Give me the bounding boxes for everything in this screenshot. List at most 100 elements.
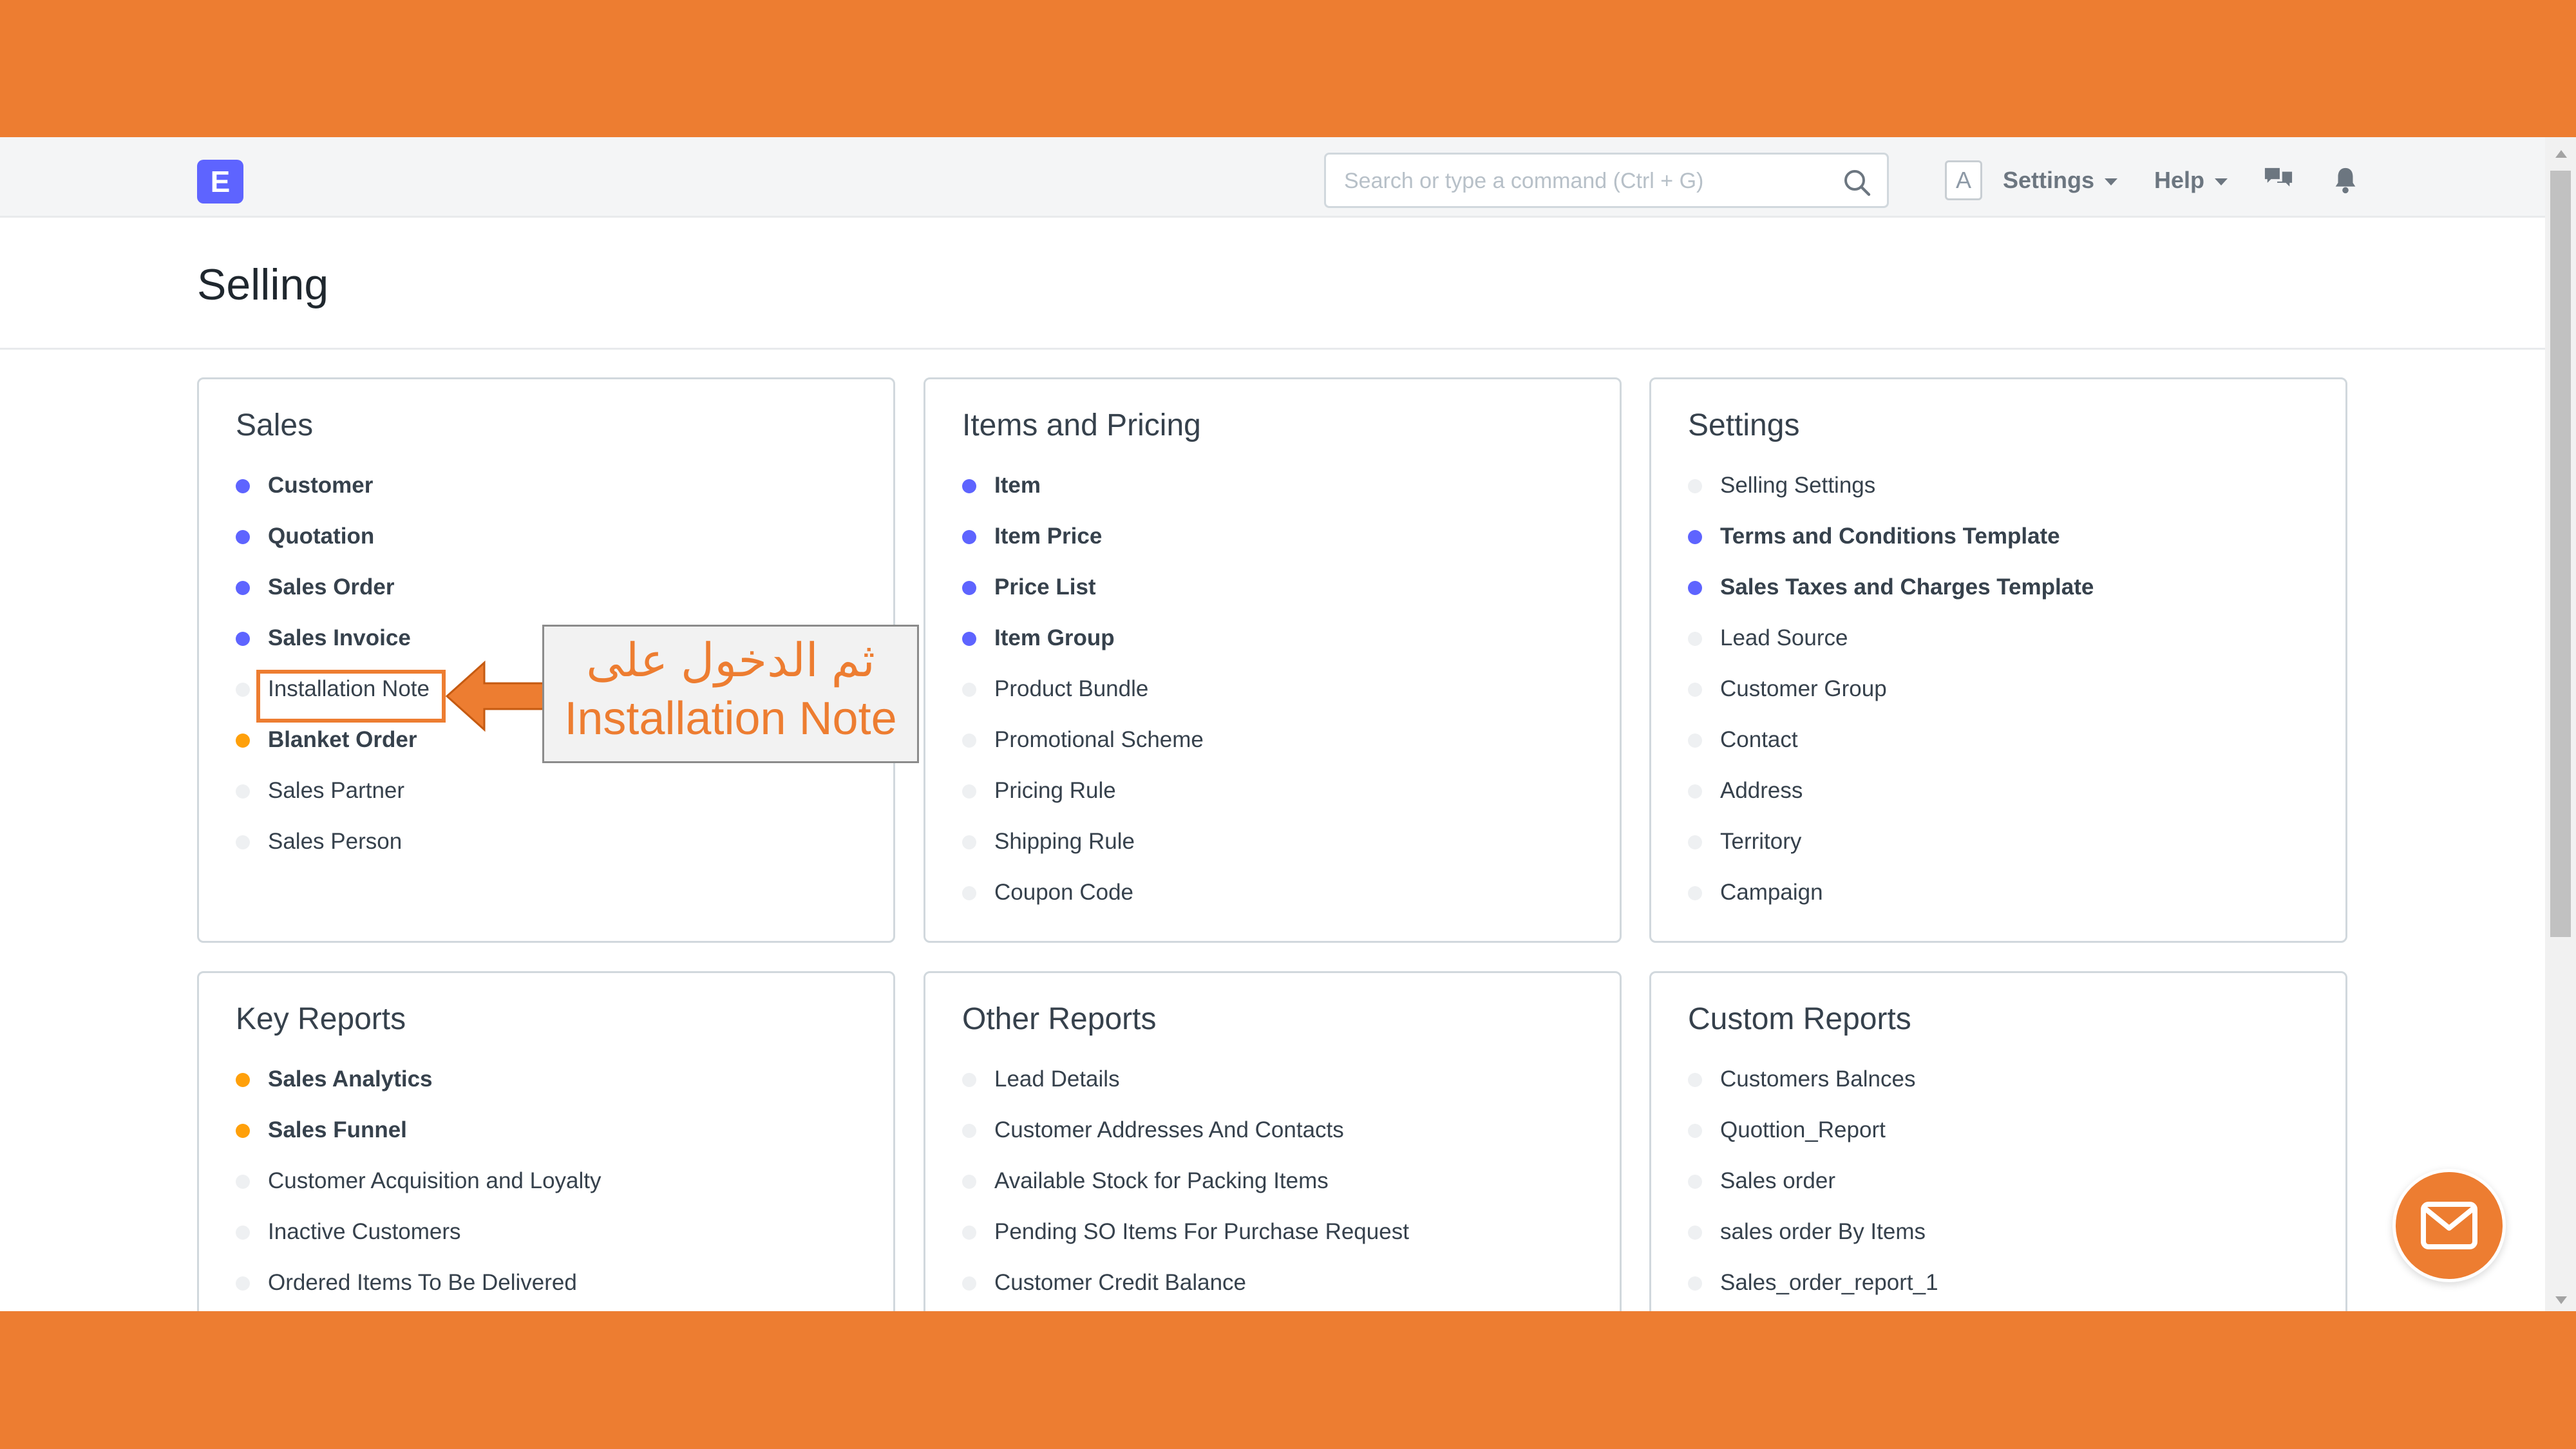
help-label: Help — [2154, 167, 2205, 193]
card-link[interactable]: Pending SO Items For Purchase Request — [962, 1219, 1409, 1270]
card-link[interactable]: Territory — [1688, 829, 2094, 880]
mail-icon — [2421, 1202, 2477, 1249]
card-link[interactable]: Price List — [962, 574, 1204, 625]
card-link[interactable]: Item — [962, 473, 1204, 524]
card-link-label: Price List — [994, 574, 1096, 600]
status-dot-icon — [236, 530, 250, 544]
card-link-label: Customer Addresses And Contacts — [994, 1117, 1344, 1142]
bell-icon[interactable] — [2333, 166, 2358, 195]
search-input[interactable] — [1344, 165, 1833, 197]
vertical-scrollbar[interactable] — [2545, 137, 2576, 1311]
card-link[interactable]: Customer — [236, 473, 430, 524]
search-icon[interactable] — [1842, 167, 1873, 198]
card-link-label: Quotation — [268, 524, 375, 549]
card-link[interactable]: Lead Details — [962, 1066, 1409, 1117]
bottom-frame-band — [0, 1311, 2576, 1449]
card-link[interactable]: Contact — [1688, 727, 2094, 778]
card-link-label: Sales Funnel — [268, 1117, 407, 1142]
card-link-list: Sales Analytics Sales Funnel Customer Acqu… — [236, 1066, 601, 1311]
status-dot-icon — [962, 581, 976, 595]
card-link-label: Item — [994, 473, 1041, 498]
status-dot-icon — [236, 479, 250, 493]
status-dot-icon — [962, 1175, 976, 1189]
card-link[interactable]: Ordered Items To Be Delivered — [236, 1270, 601, 1311]
card-link-label: Sales Order — [268, 574, 395, 600]
mail-button[interactable] — [2392, 1169, 2506, 1282]
page-divider — [0, 348, 2545, 350]
card-link[interactable]: Inactive Customers — [236, 1219, 601, 1270]
card-link-label: Pending SO Items For Purchase Request — [994, 1219, 1409, 1244]
status-dot-icon — [1688, 479, 1702, 493]
card-link[interactable]: Product Bundle — [962, 676, 1204, 727]
card-settings: Settings Selling Settings Terms and Condi… — [1649, 377, 2347, 943]
chat-icon[interactable] — [2262, 166, 2295, 195]
scroll-up-icon[interactable] — [2555, 150, 2567, 158]
status-dot-icon — [1688, 1175, 1702, 1189]
status-dot-icon — [236, 734, 250, 748]
settings-dropdown[interactable]: Settings — [2003, 167, 2118, 194]
search-bar — [1324, 153, 1889, 208]
card-link[interactable]: sales order By Items — [1688, 1219, 1938, 1270]
card-link-label: Customers Balnces — [1720, 1066, 1916, 1092]
help-dropdown[interactable]: Help — [2154, 167, 2228, 194]
status-dot-icon — [236, 632, 250, 646]
status-dot-icon — [962, 1276, 976, 1291]
card-title: Sales — [236, 408, 314, 442]
card-link[interactable]: Sales Partner — [236, 778, 430, 829]
card-key-reports: Key Reports Sales Analytics Sales Funnel C… — [197, 971, 895, 1311]
card-link[interactable]: Available Stock for Packing Items — [962, 1168, 1409, 1219]
status-dot-icon — [236, 784, 250, 799]
card-link[interactable]: Sales_order_report_1 — [1688, 1270, 1938, 1311]
status-dot-icon — [236, 683, 250, 697]
arrow-left-icon — [445, 660, 546, 732]
card-link-label: Product Bundle — [994, 676, 1149, 701]
card-link[interactable]: Quotation — [236, 524, 430, 574]
card-link[interactable]: Customer Acquisition and Loyalty — [236, 1168, 601, 1219]
chevron-down-icon — [2215, 178, 2228, 185]
card-link[interactable]: Sales Order — [236, 574, 430, 625]
status-dot-icon — [962, 683, 976, 697]
card-link[interactable]: Customer Addresses And Contacts — [962, 1117, 1409, 1168]
scroll-down-icon[interactable] — [2555, 1296, 2567, 1304]
card-link[interactable]: Sales Analytics — [236, 1066, 601, 1117]
card-link[interactable]: Terms and Conditions Template — [1688, 524, 2094, 574]
card-link[interactable]: Sales Taxes and Charges Template — [1688, 574, 2094, 625]
card-link[interactable]: Selling Settings — [1688, 473, 2094, 524]
card-link-label: Sales Partner — [268, 778, 405, 803]
card-link[interactable]: Shipping Rule — [962, 829, 1204, 880]
card-link-label: Contact — [1720, 727, 1798, 752]
card-link[interactable]: Sales Person — [236, 829, 430, 880]
status-dot-icon — [962, 734, 976, 748]
scrollbar-thumb[interactable] — [2550, 171, 2571, 937]
card-link-label: Address — [1720, 778, 1803, 803]
status-dot-icon — [962, 479, 976, 493]
status-dot-icon — [1688, 581, 1702, 595]
card-link[interactable]: Quottion_Report — [1688, 1117, 1938, 1168]
installation-note-highlight — [256, 670, 446, 723]
status-dot-icon — [1688, 632, 1702, 646]
card-link-label: Pricing Rule — [994, 778, 1116, 803]
card-link[interactable]: Blanket Order — [236, 727, 430, 778]
card-link[interactable]: Coupon Code — [962, 880, 1204, 931]
app-logo[interactable]: E — [197, 160, 243, 204]
card-link[interactable]: Campaign — [1688, 880, 2094, 931]
card-link[interactable]: Lead Source — [1688, 625, 2094, 676]
user-avatar[interactable]: A — [1945, 160, 1982, 200]
card-link[interactable]: Sales order — [1688, 1168, 1938, 1219]
card-link[interactable]: Sales Invoice — [236, 625, 430, 676]
status-dot-icon — [236, 1124, 250, 1138]
card-link[interactable]: Promotional Scheme — [962, 727, 1204, 778]
card-link[interactable]: Item Group — [962, 625, 1204, 676]
card-link[interactable]: Pricing Rule — [962, 778, 1204, 829]
status-dot-icon — [236, 1226, 250, 1240]
card-link[interactable]: Customer Group — [1688, 676, 2094, 727]
card-link[interactable]: Item Price — [962, 524, 1204, 574]
card-link-label: Customer — [268, 473, 374, 498]
settings-label: Settings — [2003, 167, 2095, 193]
card-link[interactable]: Sales Funnel — [236, 1117, 601, 1168]
card-link[interactable]: Customers Balnces — [1688, 1066, 1938, 1117]
card-title: Other Reports — [962, 1002, 1157, 1036]
status-dot-icon — [236, 1073, 250, 1087]
card-link[interactable]: Address — [1688, 778, 2094, 829]
card-link[interactable]: Customer Credit Balance — [962, 1270, 1409, 1311]
